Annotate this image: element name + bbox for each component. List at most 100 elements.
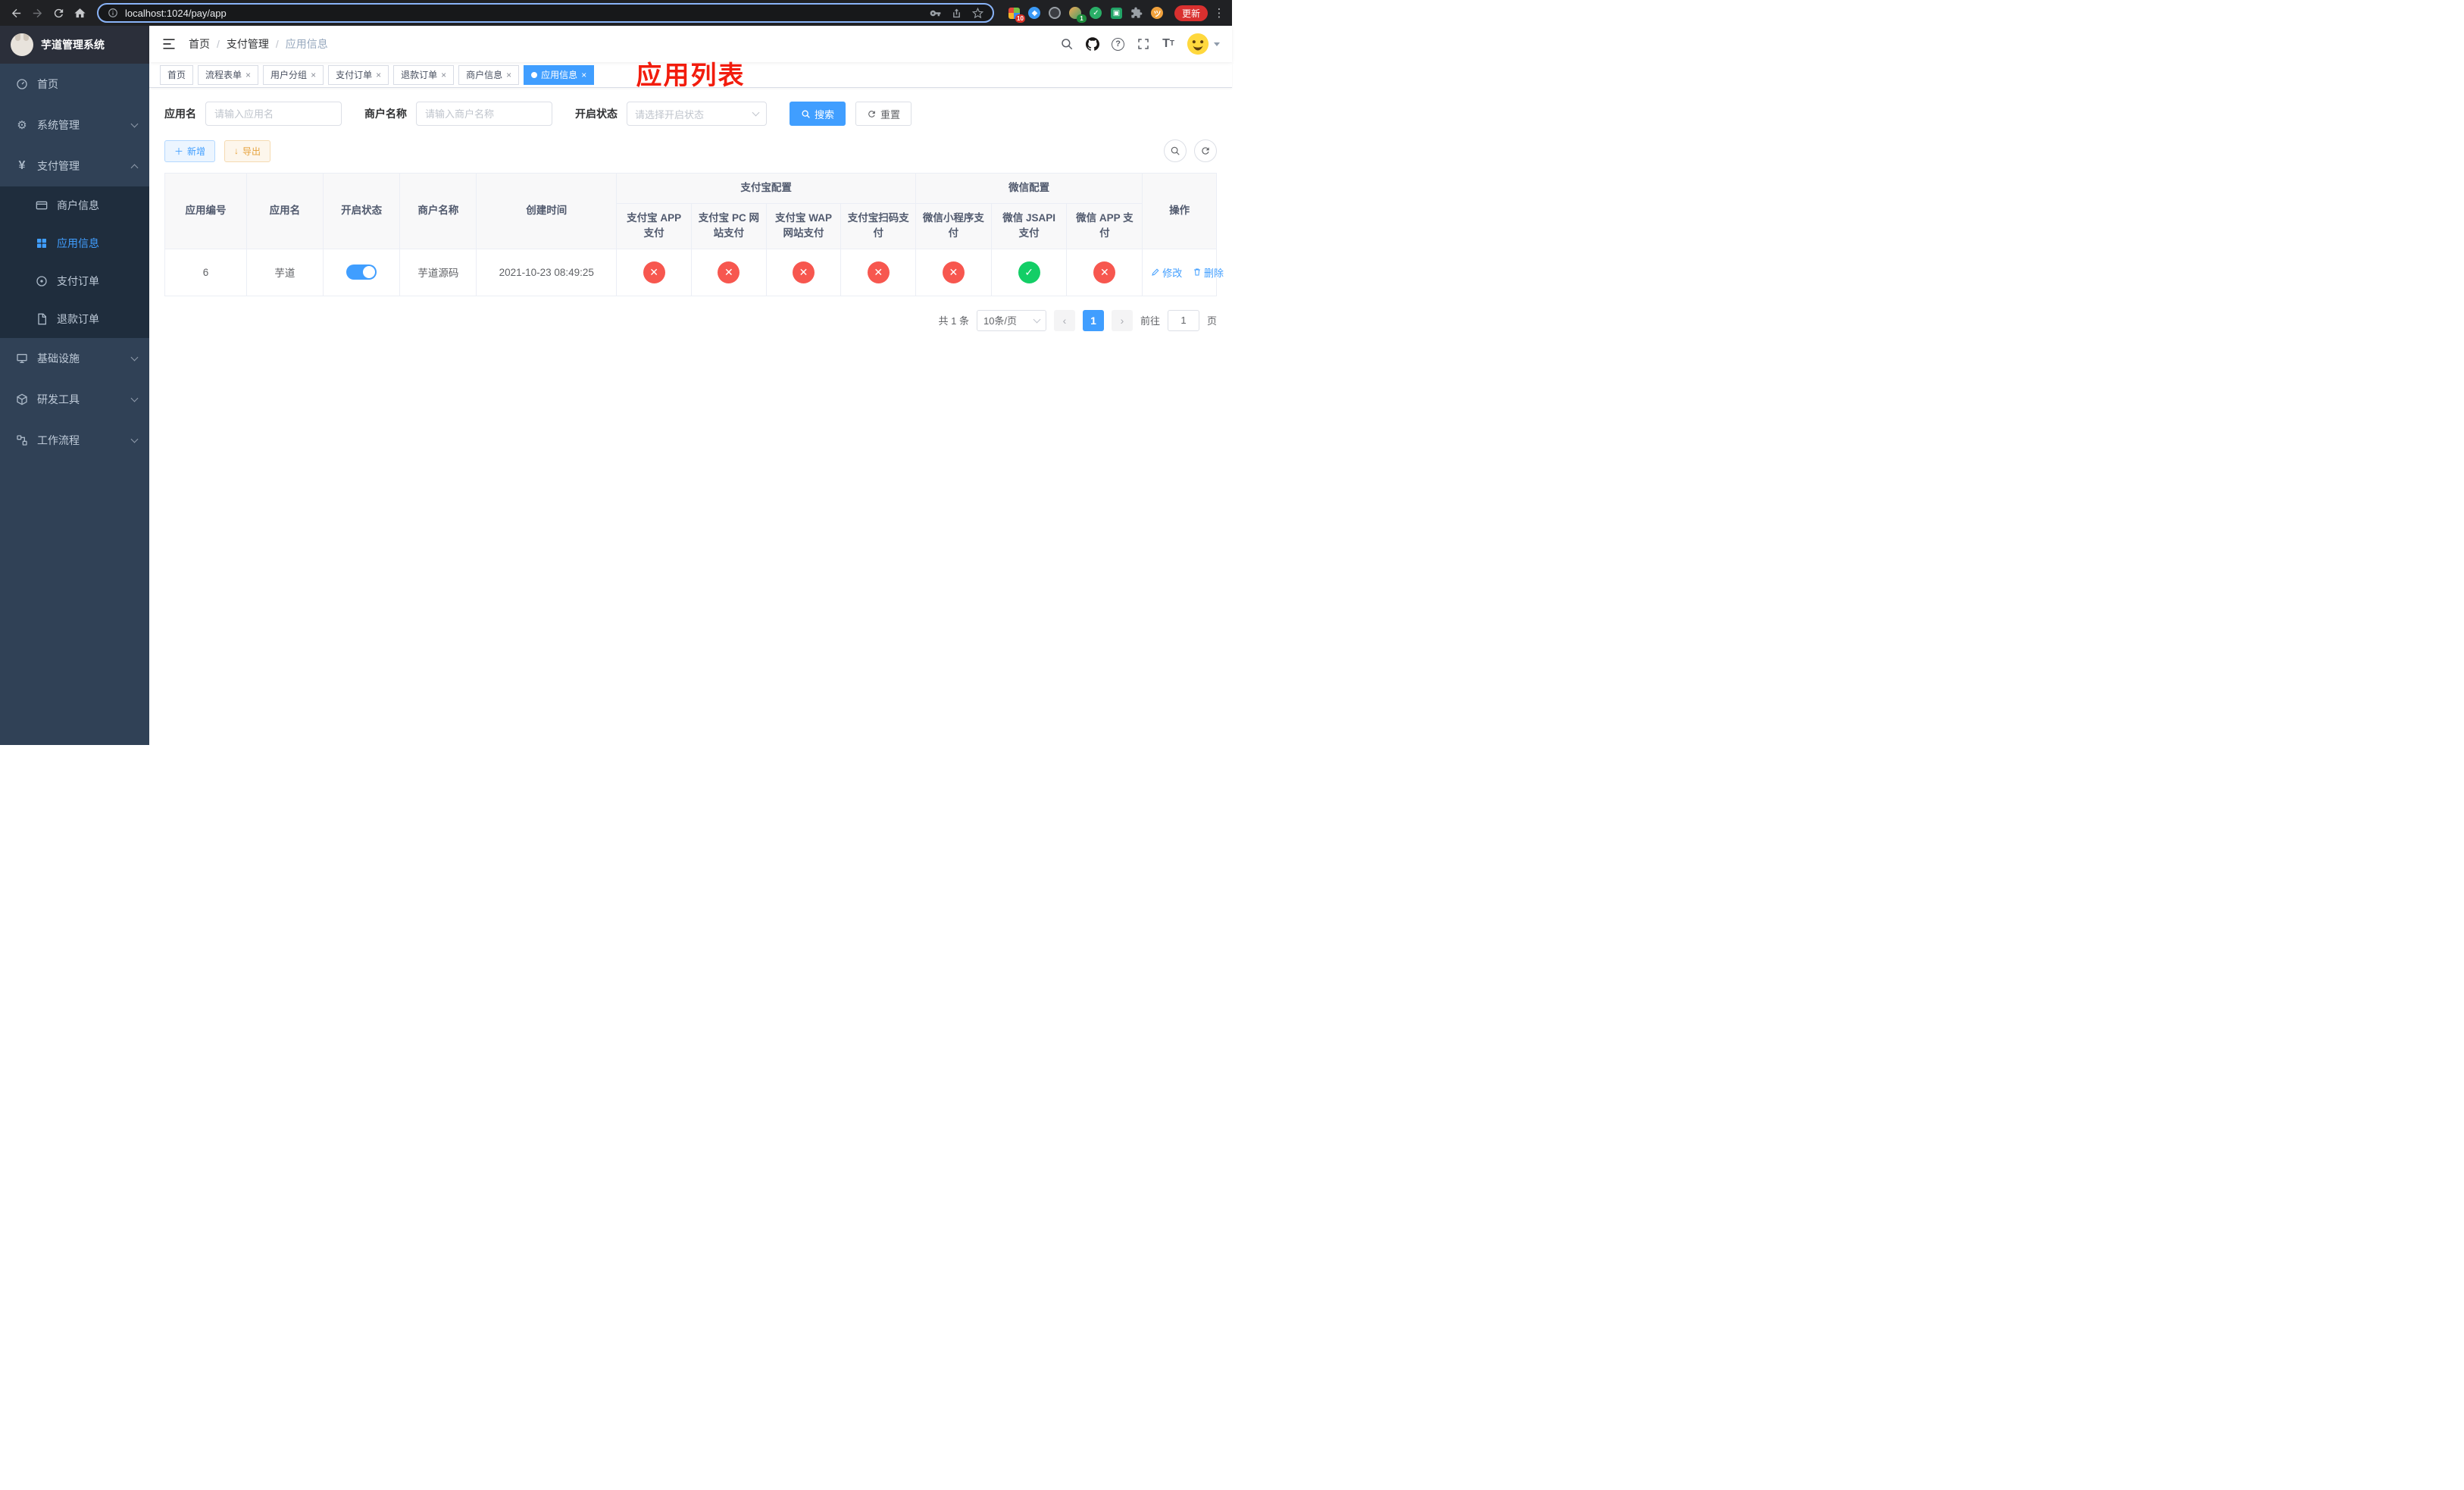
screen: localhost:1024/pay/app 10 ◆ 1 ✓ ▣ ツ 更新 ⋮… <box>0 0 1232 745</box>
cell-created: 2021-10-23 08:49:25 <box>476 248 618 296</box>
sidebar-item-app-info[interactable]: 应用信息 <box>0 224 149 262</box>
col-app-name: 应用名 <box>245 173 324 249</box>
refresh-table-button[interactable] <box>1194 139 1217 162</box>
col-wechat-app: 微信 APP 支付 <box>1066 203 1143 249</box>
reset-button[interactable]: 重置 <box>855 102 912 126</box>
fullscreen-icon[interactable] <box>1137 37 1150 51</box>
sidebar-item-dev-tools[interactable]: 研发工具 <box>0 379 149 420</box>
status-select[interactable]: 请选择开启状态 <box>627 102 767 126</box>
add-button[interactable]: ＋ 新增 <box>164 139 216 162</box>
monitor-icon <box>15 352 29 365</box>
font-size-icon[interactable]: TT <box>1162 38 1174 50</box>
sidebar-item-merchant-info[interactable]: 商户信息 <box>0 186 149 224</box>
breadcrumb-separator: / <box>275 38 279 50</box>
download-icon: ↓ <box>234 146 239 156</box>
chevron-up-icon <box>130 164 139 171</box>
extension-blue-icon[interactable]: ◆ <box>1028 7 1041 20</box>
tab-close-icon[interactable]: × <box>441 70 446 80</box>
pencil-icon <box>1152 268 1159 276</box>
col-merchant: 商户名称 <box>399 173 477 249</box>
sidebar-item-refund-order[interactable]: 退款订单 <box>0 300 149 338</box>
edit-link[interactable]: 修改 <box>1151 265 1182 280</box>
chrome-menu-icon[interactable]: ⋮ <box>1212 6 1226 20</box>
tag-home[interactable]: 首页 <box>160 64 194 85</box>
share-icon[interactable] <box>951 8 962 19</box>
toggle-search-button[interactable] <box>1164 139 1187 162</box>
sidebar-item-pay-order[interactable]: 支付订单 <box>0 262 149 300</box>
extension-grid-icon[interactable]: 10 <box>1008 7 1025 23</box>
search-icon <box>1171 146 1180 155</box>
tag-refund-order[interactable]: 退款订单 × <box>393 64 455 85</box>
sidebar-item-label: 商户信息 <box>57 199 99 211</box>
tab-close-icon[interactable]: × <box>581 70 586 80</box>
tag-app-info[interactable]: 应用信息 × <box>524 64 595 85</box>
sidebar-item-system[interactable]: ⚙ 系统管理 <box>0 105 149 146</box>
tab-close-icon[interactable]: × <box>311 70 316 80</box>
chevron-down-icon <box>1033 315 1041 323</box>
tag-user-group[interactable]: 用户分组 × <box>263 64 324 85</box>
export-button[interactable]: ↓ 导出 <box>224 139 271 162</box>
alipay-app-status-icon: ✕ <box>643 261 665 283</box>
sidebar-item-label: 系统管理 <box>37 119 80 131</box>
tag-process-form[interactable]: 流程表单 × <box>198 64 259 85</box>
extension-green-circle-icon[interactable]: ✓ <box>1090 7 1102 20</box>
tab-close-icon[interactable]: × <box>506 70 511 80</box>
goto-page-input[interactable] <box>1167 309 1199 331</box>
forward-icon[interactable] <box>27 3 47 23</box>
page-number-button[interactable]: 1 <box>1082 309 1104 331</box>
tab-close-icon[interactable]: × <box>376 70 381 80</box>
merchant-name-input[interactable] <box>416 102 552 126</box>
breadcrumb-payment[interactable]: 支付管理 <box>227 36 269 52</box>
status-toggle[interactable] <box>346 265 377 280</box>
cell-merchant: 芋道源码 <box>399 248 477 296</box>
prev-page-button[interactable]: ‹ <box>1053 309 1075 331</box>
sidebar-item-infrastructure[interactable]: 基础设施 <box>0 338 149 379</box>
cell-app-id: 6 <box>164 248 247 296</box>
sidebar-item-home[interactable]: 首页 <box>0 64 149 105</box>
chrome-update-button[interactable]: 更新 <box>1174 5 1208 21</box>
breadcrumb-separator: / <box>217 38 220 50</box>
url-text[interactable]: localhost:1024/pay/app <box>125 8 923 19</box>
password-key-icon[interactable] <box>930 8 941 19</box>
pay-order-icon <box>35 275 48 287</box>
goto-label: 前往 <box>1140 315 1160 327</box>
sidebar-logo[interactable]: 芋道管理系统 <box>0 26 149 64</box>
profile-avatar-icon[interactable]: ツ <box>1151 7 1164 20</box>
extension-avatar-icon[interactable]: 1 <box>1069 7 1087 23</box>
wechat-app-status-icon: ✕ <box>1093 261 1116 283</box>
sidebar-menu: 首页 ⚙ 系统管理 ¥ 支付管理 商户信息 应用信息 支付订单 退款订单 基础设… <box>0 64 149 745</box>
app-name-input[interactable] <box>205 102 342 126</box>
tag-merchant-info[interactable]: 商户信息 × <box>458 64 520 85</box>
reload-icon[interactable] <box>48 3 68 23</box>
search-icon[interactable] <box>1060 37 1074 51</box>
extension-dark-icon[interactable] <box>1049 7 1062 20</box>
merchant-name-label: 商户名称 <box>364 108 407 120</box>
home-icon[interactable] <box>70 3 89 23</box>
tab-close-icon[interactable]: × <box>245 70 251 80</box>
back-icon[interactable] <box>6 3 26 23</box>
search-button[interactable]: 搜索 <box>790 102 846 126</box>
sidebar-item-workflow[interactable]: 工作流程 <box>0 420 149 461</box>
breadcrumb-home[interactable]: 首页 <box>189 36 210 52</box>
site-info-icon[interactable] <box>108 8 118 18</box>
bookmark-star-icon[interactable] <box>971 7 983 19</box>
url-bar[interactable]: localhost:1024/pay/app <box>97 3 994 23</box>
tag-pay-order[interactable]: 支付订单 × <box>328 64 389 85</box>
sidebar-item-label: 支付管理 <box>37 160 80 172</box>
group-alipay-config: 支付宝配置 <box>616 173 917 204</box>
extensions-puzzle-icon[interactable] <box>1130 7 1143 20</box>
help-icon[interactable]: ? <box>1112 37 1125 51</box>
sidebar-toggle-icon[interactable] <box>161 36 177 52</box>
sidebar-item-payment[interactable]: ¥ 支付管理 <box>0 146 149 186</box>
col-app-id: 应用编号 <box>164 173 247 249</box>
next-page-button[interactable]: › <box>1111 309 1133 331</box>
cell-app-name: 芋道 <box>245 248 324 296</box>
toolbox-icon <box>15 393 29 405</box>
github-icon[interactable] <box>1086 37 1100 51</box>
plus-icon: ＋ <box>174 146 184 157</box>
chevron-down-icon <box>130 120 139 127</box>
extension-green-square-icon[interactable]: ▣ <box>1110 7 1123 20</box>
delete-link[interactable]: 删除 <box>1193 265 1224 280</box>
page-size-select[interactable]: 10条/页 <box>976 309 1046 331</box>
user-avatar[interactable] <box>1187 33 1220 55</box>
